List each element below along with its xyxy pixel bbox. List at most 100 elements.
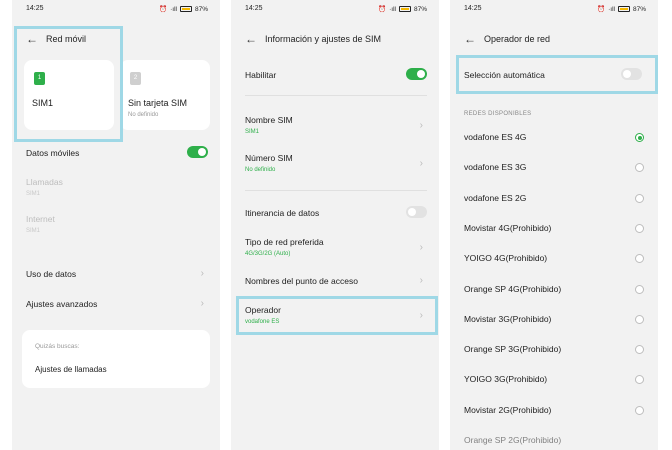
status-icons: ⏰ ·ıll 87% bbox=[597, 5, 646, 14]
network-label: Orange SP 3G(Prohibido) bbox=[464, 344, 562, 355]
network-label: vodafone ES 3G bbox=[464, 162, 527, 173]
radio-icon[interactable] bbox=[635, 163, 644, 173]
network-item[interactable]: vodafone ES 3G bbox=[464, 162, 646, 176]
llamadas-row: Llamadas SIM1 bbox=[26, 177, 208, 197]
tipo-red-value: 4G/3G/2G (Auto) bbox=[245, 251, 291, 257]
highlight-box bbox=[236, 296, 438, 335]
nombre-sim-label: Nombre SIM bbox=[245, 115, 293, 125]
numero-sim-row[interactable]: Número SIM No definido › bbox=[245, 153, 427, 173]
uso-datos-row[interactable]: Uso de datos › bbox=[26, 268, 208, 280]
header: ← Información y ajustes de SIM bbox=[245, 32, 381, 46]
numero-sim-value: No definido bbox=[245, 167, 276, 173]
uso-datos-label: Uso de datos bbox=[26, 269, 77, 279]
network-item[interactable]: Movistar 3G(Prohibido) bbox=[464, 314, 646, 328]
radio-icon[interactable] bbox=[635, 254, 644, 264]
network-item[interactable]: vodafone ES 4G bbox=[464, 132, 646, 146]
sim2-badge-icon: 2 bbox=[130, 72, 141, 85]
network-label: vodafone ES 2G bbox=[464, 192, 527, 203]
ajustes-avanzados-row[interactable]: Ajustes avanzados › bbox=[26, 298, 208, 310]
tipo-red-row[interactable]: Tipo de red preferida 4G/3G/2G (Auto) › bbox=[245, 237, 427, 257]
ajustes-avanzados-label: Ajustes avanzados bbox=[26, 299, 98, 309]
numero-sim-label: Número SIM bbox=[245, 153, 293, 163]
habilitar-row[interactable]: Habilitar bbox=[245, 70, 427, 80]
alarm-icon: ⏰ bbox=[597, 6, 606, 13]
section-label: REDES DISPONIBLES bbox=[464, 111, 532, 117]
radio-icon[interactable] bbox=[635, 405, 644, 415]
internet-row: Internet SIM1 bbox=[26, 214, 208, 234]
red-movil-screen: 14:25 ⏰ ·ıll 87% ← Red móvil 1 SIM1 2 Si… bbox=[12, 0, 220, 450]
battery-icon bbox=[398, 6, 411, 12]
status-time: 14:25 bbox=[245, 5, 263, 12]
radio-selected-icon[interactable] bbox=[635, 133, 644, 142]
signal-icon: ·ıll bbox=[389, 5, 396, 13]
internet-label: Internet bbox=[26, 214, 55, 224]
status-bar: 14:25 ⏰ ·ıll 87% bbox=[26, 5, 208, 15]
signal-icon: ·ıll bbox=[170, 5, 177, 13]
datos-moviles-label: Datos móviles bbox=[26, 148, 80, 158]
itinerancia-toggle[interactable] bbox=[406, 206, 427, 218]
network-label: Orange SP 4G(Prohibido) bbox=[464, 283, 562, 294]
chevron-right-icon: › bbox=[419, 158, 423, 169]
divider bbox=[245, 190, 427, 191]
header: ← Operador de red bbox=[464, 32, 550, 46]
battery-level: 87% bbox=[413, 5, 427, 13]
chevron-right-icon: › bbox=[200, 268, 204, 279]
chevron-right-icon: › bbox=[200, 298, 204, 309]
network-label: Movistar 2G(Prohibido) bbox=[464, 404, 552, 415]
network-label: Movistar 4G(Prohibido) bbox=[464, 222, 552, 233]
highlight-box bbox=[14, 26, 123, 142]
back-arrow-icon[interactable]: ← bbox=[245, 33, 265, 45]
network-item[interactable]: Movistar 2G(Prohibido) bbox=[464, 405, 646, 419]
apn-row[interactable]: Nombres del punto de acceso › bbox=[245, 275, 427, 287]
status-bar: 14:25 ⏰ ·ıll 87% bbox=[464, 5, 646, 15]
sim-settings-screen: 14:25 ⏰ ·ıll 87% ← Información y ajustes… bbox=[231, 0, 439, 450]
network-label: YOIGO 4G(Prohibido) bbox=[464, 253, 548, 264]
tipo-red-label: Tipo de red preferida bbox=[245, 237, 324, 247]
apn-label: Nombres del punto de acceso bbox=[245, 276, 358, 286]
status-time: 14:25 bbox=[464, 5, 482, 12]
network-item[interactable]: YOIGO 4G(Prohibido) bbox=[464, 253, 646, 267]
radio-icon[interactable] bbox=[635, 314, 644, 324]
network-item[interactable]: vodafone ES 2G bbox=[464, 193, 646, 207]
radio-icon[interactable] bbox=[635, 375, 644, 385]
nombre-sim-row[interactable]: Nombre SIM SIM1 › bbox=[245, 115, 427, 135]
battery-icon bbox=[179, 6, 192, 12]
status-icons: ⏰ ·ıll 87% bbox=[159, 5, 208, 14]
radio-icon[interactable] bbox=[635, 223, 644, 233]
back-arrow-icon[interactable]: ← bbox=[464, 33, 484, 45]
radio-icon[interactable] bbox=[635, 345, 644, 355]
page-title: Operador de red bbox=[484, 34, 551, 44]
chevron-right-icon: › bbox=[419, 120, 423, 131]
radio-icon[interactable] bbox=[635, 284, 644, 294]
divider bbox=[245, 95, 427, 96]
battery-icon bbox=[617, 6, 630, 12]
network-label: Movistar 3G(Prohibido) bbox=[464, 313, 552, 324]
sim2-status: No definido bbox=[128, 112, 159, 118]
network-item[interactable]: YOIGO 3G(Prohibido) bbox=[464, 374, 646, 388]
itinerancia-label: Itinerancia de datos bbox=[245, 208, 320, 218]
datos-moviles-toggle[interactable] bbox=[187, 146, 208, 158]
operador-red-screen: 14:25 ⏰ ·ıll 87% ← Operador de red Selec… bbox=[450, 0, 658, 450]
network-label: vodafone ES 4G bbox=[464, 132, 527, 142]
battery-level: 87% bbox=[632, 5, 646, 13]
status-time: 14:25 bbox=[26, 5, 44, 12]
signal-icon: ·ıll bbox=[608, 5, 615, 13]
status-icons: ⏰ ·ıll 87% bbox=[378, 5, 427, 14]
itinerancia-row[interactable]: Itinerancia de datos bbox=[245, 208, 427, 218]
habilitar-toggle[interactable] bbox=[406, 68, 427, 80]
network-item[interactable]: Orange SP 3G(Prohibido) bbox=[464, 344, 646, 358]
llamadas-sub: SIM1 bbox=[26, 191, 41, 197]
chevron-right-icon: › bbox=[419, 242, 423, 253]
network-item[interactable]: Orange SP 2G(Prohibido) bbox=[464, 435, 646, 449]
suggestion-item[interactable]: Ajustes de llamadas bbox=[35, 365, 107, 374]
datos-moviles-row[interactable]: Datos móviles bbox=[26, 148, 208, 158]
network-item[interactable]: Orange SP 4G(Prohibido) bbox=[464, 284, 646, 298]
radio-icon[interactable] bbox=[635, 193, 644, 203]
sim2-card[interactable]: 2 Sin tarjeta SIM No definido bbox=[120, 60, 210, 130]
suggestion-label: Quizás buscas: bbox=[35, 343, 80, 350]
network-label: Orange SP 2G(Prohibido) bbox=[464, 435, 562, 445]
internet-sub: SIM1 bbox=[26, 228, 41, 234]
network-item[interactable]: Movistar 4G(Prohibido) bbox=[464, 223, 646, 237]
highlight-box bbox=[456, 55, 658, 94]
chevron-right-icon: › bbox=[419, 275, 423, 286]
